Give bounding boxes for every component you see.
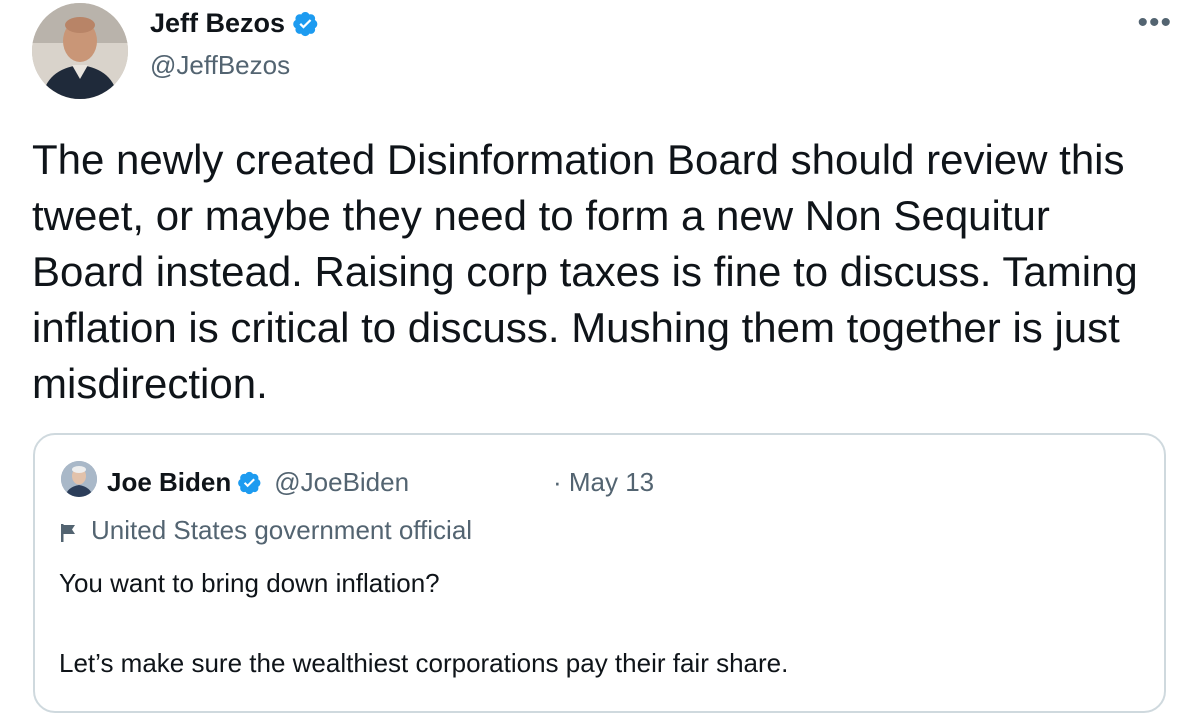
quoted-display-name[interactable]: Joe Biden — [107, 467, 231, 498]
quoted-author-avatar-image — [61, 461, 97, 497]
government-label[interactable]: United States government official — [59, 515, 472, 546]
quoted-verified-badge-icon — [237, 470, 262, 495]
author-avatar[interactable] — [32, 3, 128, 99]
quoted-text-line-1: You want to bring down inflation? — [59, 568, 440, 598]
flag-icon — [59, 520, 79, 542]
quoted-date[interactable]: · May 13 — [553, 467, 654, 498]
quoted-text-line-2: Let’s make sure the wealthiest corporati… — [59, 648, 789, 678]
quoted-tweet-text: You want to bring down inflation? Let’s … — [59, 563, 1139, 683]
tweet-text: The newly created Disinformation Board s… — [32, 136, 1150, 407]
more-options-icon[interactable]: ••• — [1137, 8, 1172, 38]
author-handle[interactable]: @JeffBezos — [150, 50, 290, 81]
quoted-header: Joe Biden @JoeBiden — [107, 467, 409, 498]
quoted-handle[interactable]: @JoeBiden — [274, 467, 409, 498]
quoted-text-spacer — [59, 603, 1139, 643]
quoted-tweet-card[interactable]: Joe Biden @JoeBiden · May 13 United Stat… — [33, 433, 1166, 713]
author-display-name[interactable]: Jeff Bezos — [150, 8, 285, 39]
quoted-author-avatar[interactable] — [61, 461, 97, 497]
government-label-text: United States government official — [91, 515, 473, 545]
author-name-row: Jeff Bezos — [150, 8, 319, 39]
author-avatar-image — [32, 3, 128, 99]
verified-badge-icon — [292, 10, 319, 37]
